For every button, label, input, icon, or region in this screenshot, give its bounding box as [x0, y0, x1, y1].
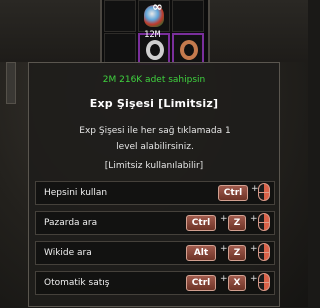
scrollbar[interactable]: [6, 62, 16, 104]
plus-sign: +: [250, 214, 258, 224]
action-search-wiki[interactable]: Wikide ara Alt + Z +: [35, 241, 275, 265]
plus-sign: +: [220, 274, 228, 284]
right-click-mouse-icon: [258, 183, 270, 201]
item-tooltip: 2M 216K adet sahipsin Exp Şişesi [Limits…: [28, 62, 280, 307]
ctrl-key: Ctrl: [186, 275, 216, 291]
item-quantity: 12M: [144, 30, 161, 40]
inventory-slot[interactable]: [172, 0, 204, 32]
alt-key: Alt: [186, 245, 216, 261]
owned-count: 2M 216K adet sahipsin: [102, 75, 206, 85]
right-click-mouse-icon: [258, 273, 270, 291]
action-search-market[interactable]: Pazarda ara Ctrl + Z +: [35, 211, 275, 235]
ctrl-key: Ctrl: [218, 185, 248, 201]
usage-note: [Limitsiz kullanılabilir]: [104, 161, 204, 171]
inventory-slot[interactable]: [104, 33, 136, 65]
action-label: Otomatik satış: [44, 278, 110, 288]
plus-sign: +: [250, 274, 258, 284]
item-name: Exp Şişesi [Limitsiz]: [89, 97, 219, 110]
bronze-ring-icon: [180, 40, 198, 60]
item-description: Exp Şişesi ile her sağ tıklamada 1 level…: [49, 123, 261, 155]
right-click-mouse-icon: [258, 243, 270, 261]
plus-sign: +: [250, 244, 258, 254]
silver-ring-icon: [146, 40, 164, 60]
action-label: Wikide ara: [44, 248, 92, 258]
z-key: Z: [228, 215, 246, 231]
action-use-all[interactable]: Hepsini kullan Ctrl +: [35, 181, 275, 205]
x-key: X: [228, 275, 246, 291]
description-line: Exp Şişesi ile her sağ tıklamada 1: [79, 126, 231, 136]
description-line: level alabilirsiniz.: [116, 142, 194, 152]
ctrl-key: Ctrl: [186, 215, 216, 231]
infinity-icon: ∞: [152, 0, 163, 15]
right-click-mouse-icon: [258, 213, 270, 231]
plus-sign: +: [220, 214, 228, 224]
action-auto-sell[interactable]: Otomatik satış Ctrl + X +: [35, 271, 275, 295]
z-key: Z: [228, 245, 246, 261]
inventory-slot-bronze-ring[interactable]: [172, 33, 204, 65]
inventory-slot[interactable]: [104, 0, 136, 32]
action-label: Hepsini kullan: [44, 188, 108, 198]
action-label: Pazarda ara: [44, 218, 98, 228]
plus-sign: +: [220, 244, 228, 254]
